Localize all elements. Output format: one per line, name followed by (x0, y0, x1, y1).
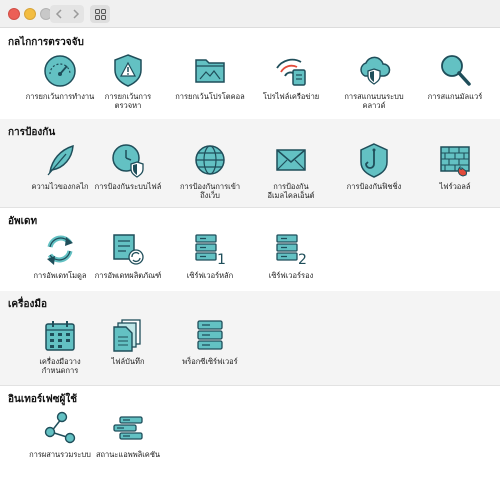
magnifier-icon (441, 55, 471, 86)
pane-label: การสแกนมัลแวร์ (427, 92, 483, 101)
pane-label: การยกเว้นโปรโตคอล (175, 92, 245, 101)
title-bar (0, 0, 500, 28)
pane-label: ความไวของกลไก (31, 182, 89, 191)
phishing-hook-icon (360, 143, 388, 178)
proxy-server-icon (197, 320, 223, 350)
product-update-icon (113, 234, 144, 265)
wifi-network-icon (276, 58, 306, 86)
pane-label: โปรไฟล์เครือข่าย (262, 92, 320, 101)
pane-file-system-protection[interactable]: การป้องกันระบบไฟล์ (85, 142, 171, 191)
pane-log-files[interactable]: ไฟล์บันทึก (85, 317, 171, 366)
pane-secondary-server[interactable]: 2 เซิร์ฟเวอร์รอง (248, 231, 334, 280)
pane-primary-server[interactable]: 1 เซิร์ฟเวอร์หลัก (167, 231, 253, 280)
section-tools: เครื่องมือ เครื่องมือวาง กำหนดการ ไฟล์บั… (0, 291, 500, 385)
calendar-icon (45, 321, 75, 351)
folder-icon (195, 59, 225, 83)
preferences-window: กลไกการตรวจจับ การยกเว้นการทำงาน การยกเว… (0, 0, 500, 479)
pane-label: การอัพเดทผลิตภัณฑ์ (94, 271, 162, 280)
clock-shield-icon (112, 144, 144, 178)
pane-label: พร็อกซีเซิร์ฟเวอร์ (182, 357, 238, 366)
chevron-left-icon (55, 9, 62, 19)
cloud-shield-icon (360, 56, 391, 85)
warning-shield-icon (114, 54, 142, 87)
section-protections: การป้องกัน ความไวของกลไก การป้องกันระบบไ… (0, 119, 500, 207)
pane-application-statuses[interactable]: สถานะแอพพลิเคชัน (85, 410, 171, 459)
pane-label: การป้องกันฟิชชิ่ง (346, 182, 402, 191)
pane-label: การยกเว้นการ ตรวจหา (104, 92, 152, 110)
pane-proxy-server[interactable]: พร็อกซีเซิร์ฟเวอร์ (167, 317, 253, 366)
pane-label: สถานะแอพพลิเคชัน (95, 450, 161, 459)
pane-label: การอัพเดทโมดูล (33, 271, 87, 280)
status-bars-icon (113, 416, 143, 440)
section-title: อัพเดท (8, 216, 38, 227)
show-all-button[interactable] (90, 5, 110, 23)
pane-label: ไฟล์บันทึก (111, 357, 145, 366)
share-nodes-icon (44, 411, 76, 444)
section-updates: อัพเดท การอัพเดทโมดูล การอัพเดทผลิตภัณฑ์… (0, 207, 500, 291)
navigation-group (50, 5, 84, 23)
pane-label: เซิร์ฟเวอร์หลัก (186, 271, 234, 280)
pane-malware-scans[interactable]: การสแกนมัลแวร์ (412, 52, 498, 101)
firewall-icon (440, 146, 470, 177)
globe-icon (195, 145, 225, 175)
refresh-icon (47, 235, 73, 265)
envelope-icon (276, 149, 306, 171)
pane-protocol-exclusions[interactable]: การยกเว้นโปรโตคอล (167, 52, 253, 101)
pane-product-updates[interactable]: การอัพเดทผลิตภัณฑ์ (85, 231, 171, 280)
forward-button[interactable] (67, 5, 84, 23)
svg-text:1: 1 (217, 252, 226, 267)
log-files-icon (113, 319, 141, 352)
back-button[interactable] (50, 5, 67, 23)
section-title: อินเทอร์เฟซผู้ใช้ (8, 394, 78, 405)
pane-label: ไฟร์วอลล์ (439, 182, 471, 191)
pane-label: การยกเว้นการทำงาน (25, 92, 95, 101)
pane-network-profiles[interactable]: โปรไฟล์เครือข่าย (248, 52, 334, 101)
section-user-interface: อินเทอร์เฟซผู้ใช้ การผสานรวมระบบ สถานะแอ… (0, 385, 500, 479)
pane-label: การป้องกันระบบไฟล์ (94, 182, 162, 191)
preference-panes: กลไกการตรวจจับ การยกเว้นการทำงาน การยกเว… (0, 29, 500, 479)
pane-detection-exclusions[interactable]: การยกเว้นการ ตรวจหา (85, 52, 171, 110)
section-title: กลไกการตรวจจับ (8, 37, 84, 48)
grid-icon (94, 8, 106, 20)
minimize-window-button[interactable] (24, 8, 36, 20)
close-window-button[interactable] (8, 8, 20, 20)
chevron-right-icon (72, 9, 79, 19)
pane-label: การป้องกันการเข้า ถึงเว็บ (179, 182, 241, 200)
server-primary-icon: 1 (195, 234, 226, 267)
section-detection-engine: กลไกการตรวจจับ การยกเว้นการทำงาน การยกเว… (0, 29, 500, 119)
pane-label: เครื่องมือวาง กำหนดการ (39, 357, 81, 375)
svg-text:2: 2 (298, 252, 307, 267)
pane-web-access-protection[interactable]: การป้องกันการเข้า ถึงเว็บ (167, 142, 253, 200)
pane-phishing-protection[interactable]: การป้องกันฟิชชิ่ง (331, 142, 417, 191)
pane-firewall[interactable]: ไฟร์วอลล์ (412, 142, 498, 191)
server-secondary-icon: 2 (276, 234, 307, 267)
pane-label: เซิร์ฟเวอร์รอง (268, 271, 314, 280)
feather-icon (47, 144, 74, 176)
section-title: เครื่องมือ (8, 299, 47, 310)
pane-email-client-protection[interactable]: การป้องกัน อีเมลไคลเอ็นต์ (248, 142, 334, 200)
pane-cloud-scanning[interactable]: การสแกนบนระบบ คลาวด์ (331, 52, 417, 110)
section-title: การป้องกัน (8, 127, 56, 138)
speedometer-icon (44, 55, 76, 87)
pane-label: การป้องกัน อีเมลไคลเอ็นต์ (267, 182, 315, 200)
pane-label: การสแกนบนระบบ คลาวด์ (344, 92, 404, 110)
pane-label: การผสานรวมระบบ (29, 450, 91, 459)
